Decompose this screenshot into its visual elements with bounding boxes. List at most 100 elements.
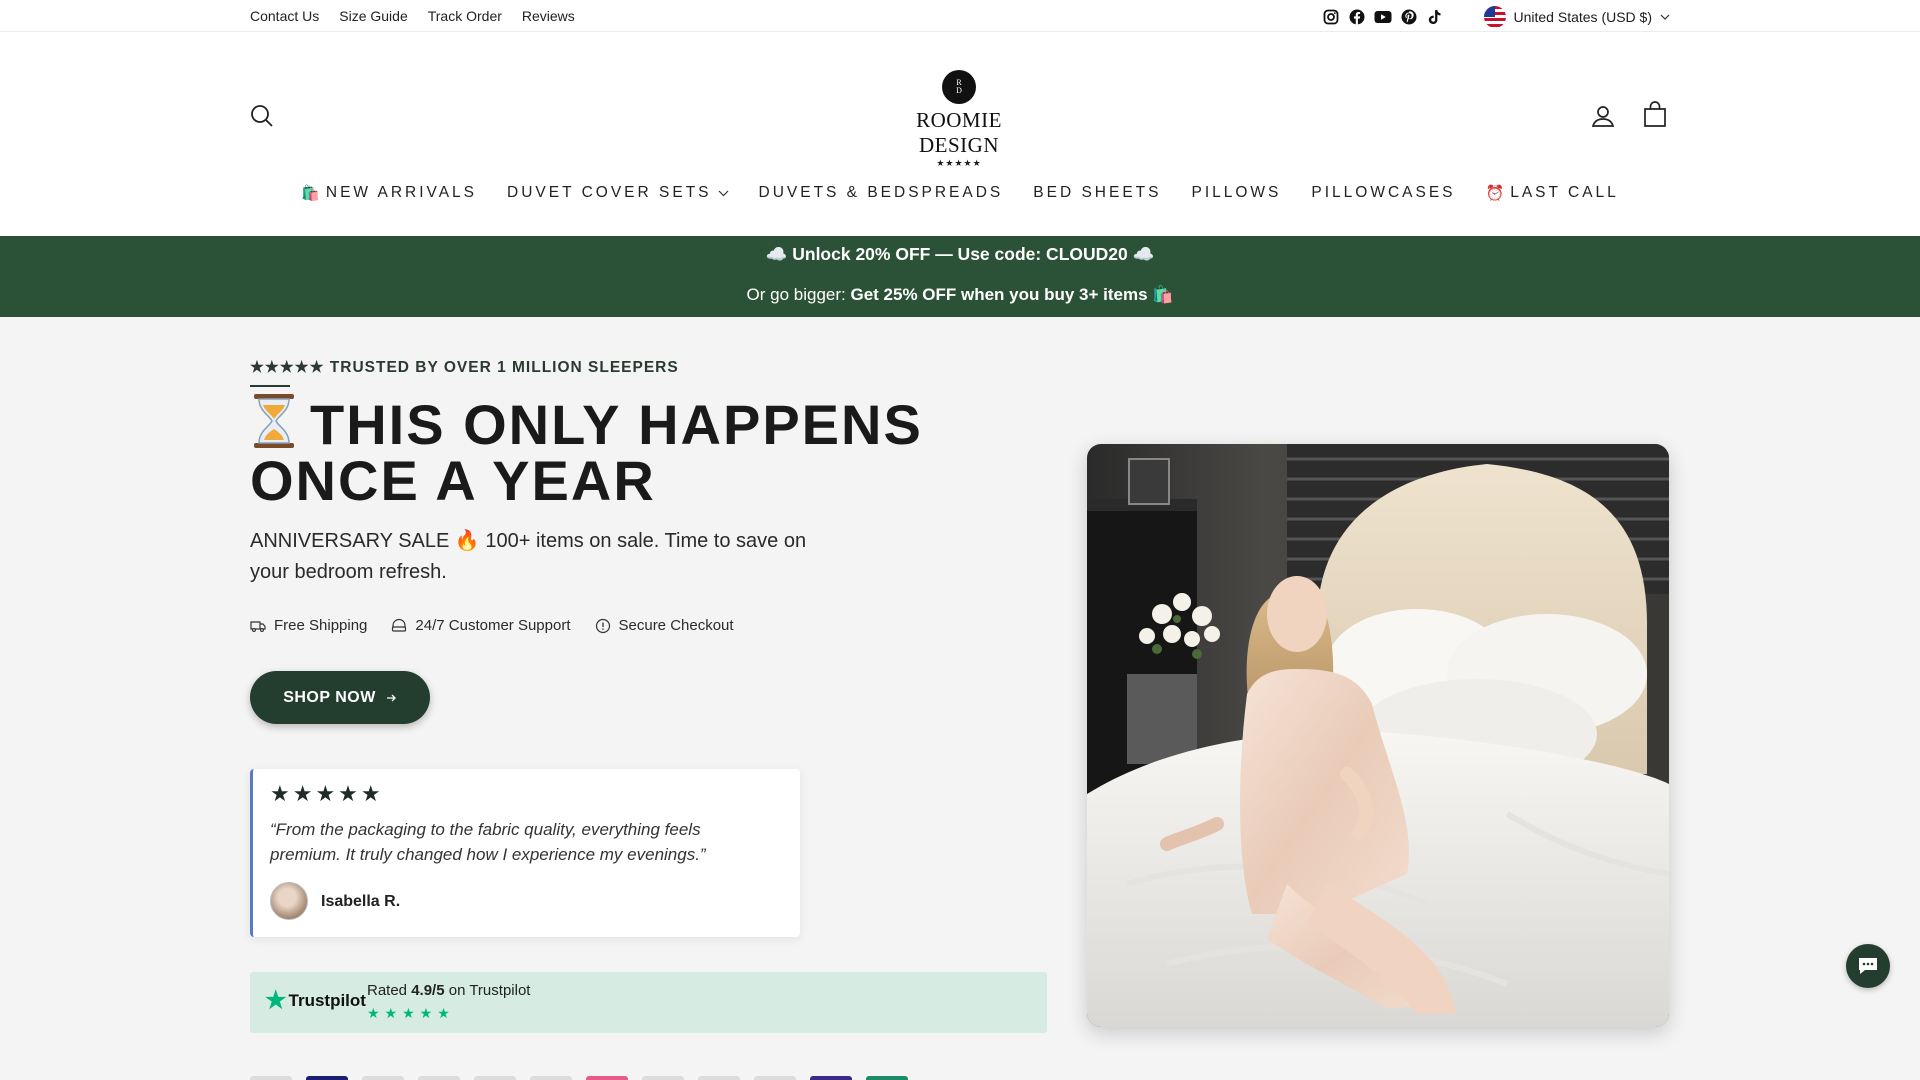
review-card: ★★★★★ “From the packaging to the fabric … (250, 769, 800, 937)
payment-icon (810, 1076, 852, 1080)
rating-score: 4.9/5 (411, 982, 445, 999)
logo-name: ROOMIE DESIGN (916, 108, 1002, 157)
feature-customer-support: 24/7 Customer Support (391, 617, 571, 634)
shop-now-button[interactable]: SHOP NOW (250, 671, 430, 724)
support-icon (392, 618, 407, 632)
utility-right: United States (USD $) (1322, 6, 1671, 28)
rated-suffix: on Trustpilot (444, 982, 531, 999)
chevron-down-icon (718, 190, 728, 196)
cart-button[interactable] (1643, 101, 1669, 129)
nav-label: NEW ARRIVALS (325, 184, 478, 201)
user-icon (1591, 106, 1615, 127)
trustpilot-rating: Rated 4.9/5 on Trustpilot (367, 982, 530, 999)
trustpilot-logo: ★ Trustpilot (265, 989, 366, 1013)
feature-secure-checkout: Secure Checkout (595, 617, 734, 634)
trustpilot-badge[interactable]: ★ Trustpilot Rated 4.9/5 on Trustpilot ★… (250, 972, 1047, 1033)
trustpilot-star-icon: ★ (265, 987, 287, 1014)
us-flag-icon (1483, 6, 1506, 28)
promo-line-2-prefix: Or go bigger: (746, 285, 851, 304)
cart-bag-icon (1644, 101, 1666, 127)
nav-last-call[interactable]: ⏰ LAST CALL (1486, 184, 1619, 202)
hero-title-text: THIS ONLY HAPPENS ONCE A YEAR (250, 393, 923, 512)
instagram-icon[interactable] (1322, 8, 1340, 26)
feature-label: Free Shipping (274, 617, 368, 634)
site-header: RD ROOMIE DESIGN ★★★★★ 🛍️ NEW ARRIVALS D… (0, 32, 1920, 236)
logo-stars: ★★★★★ (936, 158, 982, 168)
trustpilot-brand: Trustpilot (288, 991, 366, 1010)
review-quote: “From the packaging to the fabric qualit… (270, 820, 706, 864)
arrow-right-icon (386, 694, 396, 701)
feature-label: 24/7 Customer Support (415, 617, 571, 634)
currency-selector[interactable]: United States (USD $) (1483, 6, 1671, 28)
hero-eyebrow: ★★★★★ TRUSTED BY OVER 1 MILLION SLEEPERS (250, 359, 679, 376)
search-icon (251, 105, 273, 127)
track-order-link[interactable]: Track Order (428, 8, 502, 24)
payment-icon (866, 1076, 908, 1080)
feature-list: Free Shipping 24/7 Customer Support Secu… (250, 617, 734, 634)
nav-label: PILLOWCASES (1311, 184, 1456, 201)
utility-links: Contact Us Size Guide Track Order Review… (250, 8, 575, 24)
nav-duvets-bedspreads[interactable]: DUVETS & BEDSPREADS (759, 184, 1004, 202)
payment-icon (642, 1076, 684, 1080)
nav-label: PILLOWS (1191, 184, 1282, 201)
logo-monogram: RD (942, 70, 976, 104)
payment-icon (754, 1076, 796, 1080)
currency-label: United States (USD $) (1513, 9, 1653, 25)
hero-subtitle: ANNIVERSARY SALE 🔥 100+ items on sale. T… (250, 530, 807, 583)
utility-bar: Contact Us Size Guide Track Order Review… (0, 0, 1920, 32)
search-button[interactable] (250, 104, 276, 130)
youtube-icon[interactable] (1374, 8, 1392, 26)
promo-line-2: Or go bigger: Get 25% OFF when you buy 3… (0, 285, 1920, 305)
pinterest-icon[interactable] (1400, 8, 1418, 26)
main-nav: 🛍️ NEW ARRIVALS DUVET COVER SETS DUVETS … (0, 184, 1920, 202)
facebook-icon[interactable] (1348, 8, 1366, 26)
hourglass-icon (254, 394, 294, 448)
chat-bubble-icon (1859, 958, 1877, 974)
feature-label: Secure Checkout (618, 617, 734, 634)
reviewer-avatar (270, 882, 308, 920)
payment-icon (306, 1076, 348, 1080)
promo-line-2-offer: Get 25% OFF when you buy 3+ items 🛍️ (850, 285, 1174, 304)
tiktok-icon[interactable] (1426, 8, 1444, 26)
site-logo[interactable]: RD ROOMIE DESIGN ★★★★★ (874, 70, 1044, 168)
nav-bed-sheets[interactable]: BED SHEETS (1033, 184, 1161, 202)
payment-icon (698, 1076, 740, 1080)
feature-free-shipping: Free Shipping (250, 617, 367, 634)
info-icon (595, 618, 610, 633)
shop-now-label: SHOP NOW (283, 688, 376, 706)
nav-label: DUVET COVER SETS (507, 184, 712, 201)
size-guide-link[interactable]: Size Guide (339, 8, 407, 24)
trustpilot-stars: ★★★★★ (367, 1005, 455, 1021)
payment-icons (250, 1076, 908, 1080)
hero-image (1087, 444, 1669, 1027)
nav-label: BED SHEETS (1033, 184, 1162, 201)
chevron-down-icon (1660, 14, 1670, 20)
hero-title: THIS ONLY HAPPENS ONCE A YEAR (250, 392, 1010, 509)
alarm-clock-icon: ⏰ (1485, 185, 1505, 202)
payment-icon (530, 1076, 572, 1080)
payment-icon (418, 1076, 460, 1080)
reviews-link[interactable]: Reviews (522, 8, 575, 24)
nav-label: DUVETS & BEDSPREADS (758, 184, 1004, 201)
nav-pillowcases[interactable]: PILLOWCASES (1311, 184, 1455, 202)
social-links (1322, 8, 1444, 26)
payment-icon (250, 1076, 292, 1080)
payment-icon (586, 1076, 628, 1080)
rated-prefix: Rated (367, 982, 412, 999)
truck-icon (250, 620, 266, 632)
nav-label: LAST CALL (1510, 184, 1619, 201)
eyebrow-divider (250, 385, 290, 387)
contact-us-link[interactable]: Contact Us (250, 8, 319, 24)
payment-icon (362, 1076, 404, 1080)
nav-duvet-cover-sets[interactable]: DUVET COVER SETS (507, 184, 728, 202)
chat-button[interactable] (1846, 944, 1890, 988)
nav-new-arrivals[interactable]: 🛍️ NEW ARRIVALS (301, 184, 477, 202)
shopping-bags-icon: 🛍️ (301, 185, 320, 202)
promo-banner: ☁️ Unlock 20% OFF — Use code: CLOUD20 ☁️… (0, 236, 1920, 317)
review-stars: ★★★★★ (270, 781, 384, 806)
payment-icon (474, 1076, 516, 1080)
nav-pillows[interactable]: PILLOWS (1191, 184, 1281, 202)
account-button[interactable] (1591, 104, 1617, 130)
bedroom-photo (1087, 444, 1669, 1027)
promo-line-1: ☁️ Unlock 20% OFF — Use code: CLOUD20 ☁️ (765, 244, 1155, 264)
